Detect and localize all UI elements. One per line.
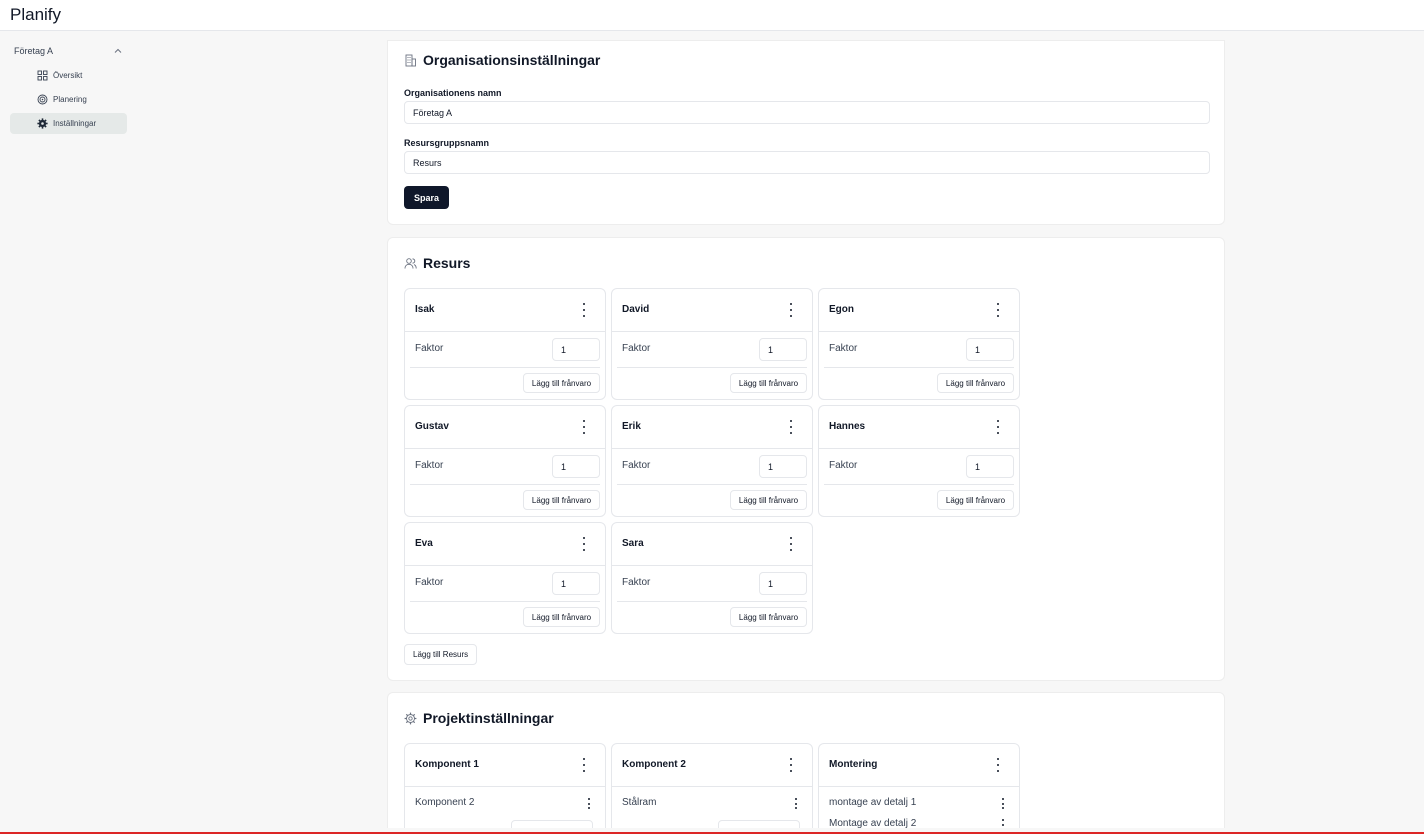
org-selector[interactable]: Företag A — [10, 41, 127, 61]
more-vertical-icon[interactable] — [581, 758, 587, 772]
org-name: Företag A — [14, 46, 54, 56]
factor-input[interactable] — [759, 572, 807, 595]
more-vertical-icon[interactable] — [586, 798, 592, 809]
factor-input[interactable] — [759, 338, 807, 361]
factor-label: Faktor — [622, 577, 651, 588]
more-vertical-icon[interactable] — [793, 798, 799, 809]
factor-input[interactable] — [966, 338, 1014, 361]
resource-name: Egon — [829, 304, 854, 315]
more-vertical-icon[interactable] — [788, 420, 794, 434]
project-component-card: Komponent 1 Komponent 2 — [404, 743, 606, 834]
more-vertical-icon[interactable] — [995, 758, 1001, 772]
factor-input[interactable] — [552, 338, 600, 361]
sidebar-item-label: Planering — [53, 95, 87, 104]
resource-name: Hannes — [829, 421, 866, 432]
more-vertical-icon[interactable] — [581, 303, 587, 317]
top-bar: Planify — [0, 0, 1424, 31]
project-component-card: Montering montage av detalj 1 Montage av… — [818, 743, 1020, 834]
resource-card: Gustav Faktor Lägg till frånvaro — [404, 405, 606, 517]
project-settings-card: Projektinställningar Komponent 1 Kompone… — [387, 692, 1225, 834]
resource-name: Gustav — [415, 421, 449, 432]
org-settings-card: Organisationsinställningar Organisatione… — [387, 40, 1225, 225]
factor-label: Faktor — [415, 460, 444, 471]
users-icon — [404, 257, 417, 270]
more-vertical-icon[interactable] — [995, 420, 1001, 434]
resource-card: Hannes Faktor Lägg till frånvaro — [818, 405, 1020, 517]
component-row: montage av detalj 1 — [829, 797, 917, 808]
add-absence-button[interactable]: Lägg till frånvaro — [937, 490, 1014, 510]
factor-label: Faktor — [622, 343, 651, 354]
grid-icon — [37, 70, 48, 81]
org-name-input[interactable] — [404, 101, 1210, 124]
sidebar-item-oversikt[interactable]: Översikt — [10, 65, 127, 86]
component-name: Komponent 1 — [415, 759, 479, 770]
factor-label: Faktor — [622, 460, 651, 471]
chevron-up-icon — [113, 46, 123, 56]
more-vertical-icon[interactable] — [995, 303, 1001, 317]
project-component-card: Komponent 2 Stålram — [611, 743, 813, 834]
gear-icon — [37, 118, 48, 129]
component-name: Komponent 2 — [622, 759, 686, 770]
resource-name: David — [622, 304, 650, 315]
add-resource-button[interactable]: Lägg till Resurs — [404, 644, 478, 665]
resource-card: Eva Faktor Lägg till frånvaro — [404, 522, 606, 634]
sidebar-item-planering[interactable]: Planering — [10, 89, 127, 110]
sidebar-item-label: Inställningar — [53, 119, 97, 128]
target-icon — [37, 94, 48, 105]
component-row: Komponent 2 — [415, 797, 475, 808]
resource-name: Sara — [622, 538, 644, 549]
org-settings-title: Organisationsinställningar — [404, 52, 600, 68]
resource-group-label: Resursgruppsnamn — [404, 138, 490, 148]
sidebar: Företag A Översikt Planering Inställning… — [0, 31, 138, 834]
add-absence-button[interactable]: Lägg till frånvaro — [523, 490, 600, 510]
sidebar-item-installningar[interactable]: Inställningar — [10, 113, 127, 134]
more-vertical-icon[interactable] — [581, 537, 587, 551]
factor-label: Faktor — [829, 343, 858, 354]
resources-title: Resurs — [404, 255, 470, 271]
resource-card: Isak Faktor Lägg till frånvaro — [404, 288, 606, 400]
add-absence-button[interactable]: Lägg till frånvaro — [937, 373, 1014, 393]
org-name-label: Organisationens namn — [404, 88, 502, 98]
add-absence-button[interactable]: Lägg till frånvaro — [730, 373, 807, 393]
app-title: Planify — [10, 5, 62, 24]
more-vertical-icon[interactable] — [788, 303, 794, 317]
add-absence-button[interactable]: Lägg till frånvaro — [523, 373, 600, 393]
more-vertical-icon[interactable] — [788, 758, 794, 772]
component-name: Montering — [829, 759, 878, 770]
resource-name: Erik — [622, 421, 641, 432]
factor-input[interactable] — [759, 455, 807, 478]
add-absence-button[interactable]: Lägg till frånvaro — [523, 607, 600, 627]
factor-label: Faktor — [415, 577, 444, 588]
more-vertical-icon[interactable] — [581, 420, 587, 434]
building-icon — [404, 54, 417, 67]
resource-card: Sara Faktor Lägg till frånvaro — [611, 522, 813, 634]
resource-group-input[interactable] — [404, 151, 1210, 174]
add-absence-button[interactable]: Lägg till frånvaro — [730, 607, 807, 627]
sidebar-item-label: Översikt — [53, 71, 83, 80]
save-button[interactable]: Spara — [404, 186, 449, 209]
factor-input[interactable] — [552, 572, 600, 595]
more-vertical-icon[interactable] — [1000, 798, 1006, 809]
resource-name: Eva — [415, 538, 433, 549]
factor-input[interactable] — [966, 455, 1014, 478]
factor-label: Faktor — [829, 460, 858, 471]
resources-card: Resurs Isak Faktor Lägg till frånvaro Da… — [387, 237, 1225, 681]
factor-label: Faktor — [415, 343, 444, 354]
add-absence-button[interactable]: Lägg till frånvaro — [730, 490, 807, 510]
more-vertical-icon[interactable] — [788, 537, 794, 551]
resource-name: Isak — [415, 304, 435, 315]
factor-input[interactable] — [552, 455, 600, 478]
component-row: Stålram — [622, 797, 657, 808]
resource-card: Erik Faktor Lägg till frånvaro — [611, 405, 813, 517]
resource-card: Egon Faktor Lägg till frånvaro — [818, 288, 1020, 400]
cog-outline-icon — [404, 712, 417, 725]
resource-card: David Faktor Lägg till frånvaro — [611, 288, 813, 400]
project-settings-title: Projektinställningar — [404, 710, 554, 726]
